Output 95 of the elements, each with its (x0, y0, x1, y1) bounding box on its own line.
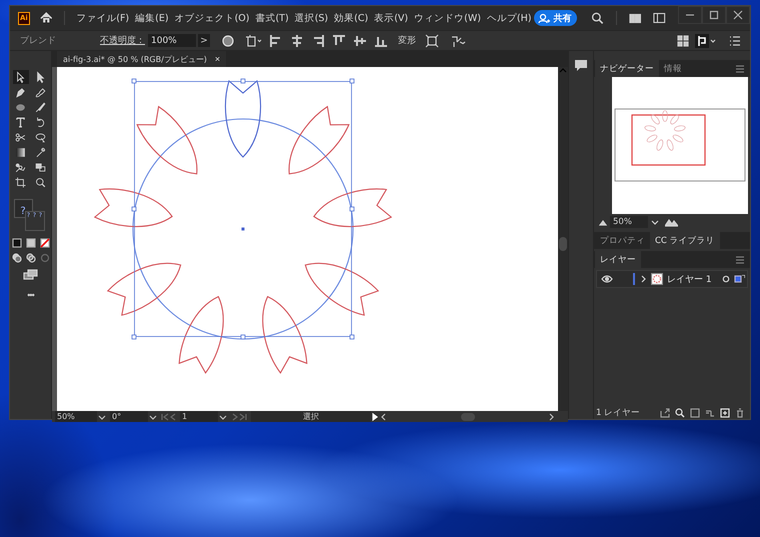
panel-tab[interactable]: ナビゲーター (595, 60, 659, 77)
menu-item[interactable]: ファイル(F) (73, 10, 132, 26)
zoom-in-mountain-icon[interactable] (665, 218, 678, 226)
transform-button[interactable]: 変形 (396, 34, 418, 47)
vertical-scrollbar-thumb[interactable] (559, 237, 567, 251)
type-icon (14, 116, 27, 128)
share-button[interactable]: 共有 (534, 10, 578, 26)
shape-builder-icon (34, 160, 47, 174)
align-top-icon[interactable] (332, 34, 346, 48)
workspace-icon[interactable] (628, 12, 642, 24)
align-center-icon[interactable] (290, 34, 304, 48)
target-circle-icon[interactable] (722, 275, 730, 283)
blend-icon (14, 160, 27, 174)
screen-mode-icon[interactable] (23, 269, 38, 280)
panel-tab[interactable]: レイヤー (595, 251, 641, 268)
draw-normal-icon[interactable] (12, 253, 22, 263)
navigator-zoom-field[interactable]: 50% (610, 216, 648, 228)
color-mode-icon[interactable] (12, 238, 22, 248)
user-plus-icon (537, 12, 550, 24)
zoom-out-mountain-icon[interactable] (599, 218, 607, 226)
layer-name[interactable]: レイヤー 1 (667, 272, 712, 286)
rotate-icon (34, 116, 47, 128)
selection-arrow-tool[interactable] (12, 70, 28, 84)
new-layer-icon[interactable] (720, 408, 730, 418)
zoom-dropdown-icon[interactable] (98, 412, 106, 420)
menu-item[interactable]: オブジェクト(O) (172, 10, 252, 26)
comment-icon[interactable] (574, 59, 588, 72)
rotation-dropdown-icon[interactable] (149, 412, 157, 420)
object-type-label: ブレンド (20, 34, 57, 47)
scroll-left-icon[interactable] (379, 412, 387, 420)
eyedropper-icon (34, 146, 47, 158)
artboard-field[interactable]: 1 (180, 411, 218, 422)
opacity-label[interactable]: 不透明度： (100, 34, 145, 47)
current-tool-label: 選択 (251, 411, 371, 422)
align-middle-icon[interactable] (353, 34, 367, 48)
direct-selection-arrow-icon (34, 70, 47, 84)
gradient-icon (14, 146, 27, 158)
panel-layout-icon[interactable] (653, 11, 666, 25)
horizontal-scrollbar-thumb[interactable] (460, 412, 474, 420)
menu-item[interactable]: 書式(T) (252, 10, 292, 26)
align-right-icon[interactable] (311, 34, 325, 48)
curvature-pen-icon (34, 86, 47, 98)
panel-tab[interactable]: プロパティ (595, 232, 650, 249)
selection-square-icon[interactable] (734, 275, 745, 283)
document-tab[interactable]: ai-fig-3.ai* @ 50 % (RGB/プレビュー) × (57, 51, 226, 67)
menu-item[interactable]: ヘルプ(H) (484, 10, 534, 26)
align-left-icon[interactable] (269, 34, 283, 48)
artboard-dropdown-icon[interactable] (219, 412, 227, 420)
gradient-mode-icon[interactable] (26, 238, 36, 248)
export-icon[interactable] (660, 408, 670, 418)
scroll-right-icon[interactable] (548, 412, 556, 420)
artboard-tool[interactable] (12, 175, 28, 189)
home-icon[interactable] (40, 11, 52, 25)
eye-icon[interactable] (601, 274, 613, 284)
artboard-icon (14, 176, 27, 188)
lasso-icon (34, 130, 47, 144)
layer-count-label: 1 レイヤー (596, 406, 640, 418)
zoom-dropdown-icon[interactable] (651, 218, 659, 226)
menu-item[interactable]: 効果(C) (331, 10, 372, 26)
grid-icon[interactable] (676, 34, 690, 48)
menu-item[interactable]: 編集(E) (132, 10, 172, 26)
search-icon[interactable] (675, 408, 685, 418)
draw-behind-icon[interactable] (26, 253, 36, 263)
panel-tab[interactable]: 情報 (659, 60, 687, 77)
maximize-icon[interactable] (702, 6, 726, 24)
panel-tab[interactable]: CC ライブラリ (650, 232, 720, 249)
opacity-field[interactable]: 100% (148, 34, 196, 47)
document-setup-icon[interactable] (246, 34, 262, 47)
layer-thumbnail-icon (651, 273, 663, 285)
rotation-field[interactable]: 0° (110, 411, 148, 422)
zoom-field[interactable]: 50% (55, 411, 97, 422)
pen-icon (14, 86, 27, 98)
more-button[interactable]: > (198, 34, 210, 47)
zoom-icon (34, 176, 47, 188)
transform-frame-icon[interactable] (425, 34, 439, 48)
menu-item[interactable]: 表示(V) (371, 10, 412, 26)
more-tools-button[interactable]: ••• (27, 290, 34, 300)
search-icon[interactable] (591, 11, 604, 25)
menu-item[interactable]: ウィンドウ(W) (411, 10, 484, 26)
close-tab-button[interactable]: × (214, 54, 220, 64)
selection-arrow-icon (14, 70, 27, 84)
scissors-icon (14, 130, 27, 144)
none-mode-icon[interactable] (40, 238, 50, 248)
clipping-mask-icon[interactable] (690, 408, 700, 418)
chevron-right-icon[interactable] (639, 275, 647, 283)
panel-menu-icon[interactable] (735, 64, 745, 74)
menu-item[interactable]: 選択(S) (292, 10, 332, 26)
panel-menu-icon[interactable] (735, 254, 745, 264)
panel-menu-icon[interactable] (728, 34, 742, 48)
close-icon[interactable] (726, 6, 750, 24)
layer-row[interactable]: レイヤー 1 (596, 270, 748, 288)
arrange-documents-icon[interactable] (695, 34, 716, 48)
sublayer-icon[interactable] (705, 408, 715, 418)
brush-icon (34, 100, 47, 114)
trash-icon[interactable] (735, 408, 745, 418)
